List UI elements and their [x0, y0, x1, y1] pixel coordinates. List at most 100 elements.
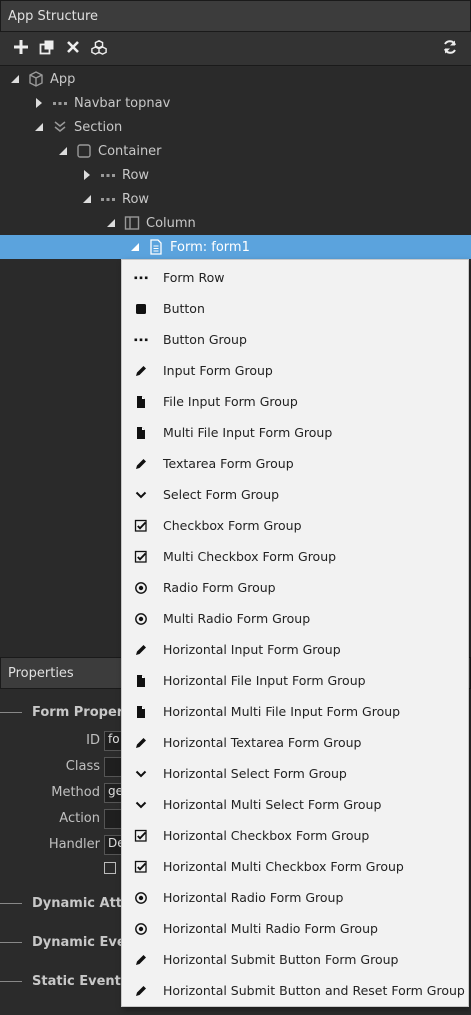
- menu-item[interactable]: Horizontal Submit Button Form Group: [122, 944, 468, 975]
- tree-node-label: Section: [74, 119, 123, 135]
- section-rule: [0, 941, 22, 943]
- app-structure-toolbar: [0, 32, 471, 66]
- form-properties-section[interactable]: Form Propert: [0, 701, 129, 723]
- menu-item[interactable]: Horizontal Multi Select Form Group: [122, 789, 468, 820]
- app-structure-title: App Structure: [8, 8, 99, 24]
- menu-item[interactable]: Button Group: [122, 324, 468, 355]
- form-option-checkbox[interactable]: [104, 862, 116, 874]
- tree-node-navbar[interactable]: Navbar topnav: [0, 91, 471, 115]
- menu-item[interactable]: Horizontal Checkbox Form Group: [122, 820, 468, 851]
- menu-item-label: Multi File Input Form Group: [163, 425, 333, 440]
- tree-node-label: App: [50, 71, 76, 87]
- delete-button[interactable]: [60, 36, 86, 62]
- menu-item[interactable]: Multi File Input Form Group: [122, 417, 468, 448]
- caret-down-icon[interactable]: [104, 216, 118, 230]
- refresh-button[interactable]: [437, 36, 463, 62]
- menu-item[interactable]: Form Row: [122, 262, 468, 293]
- menu-item-label: Horizontal Select Form Group: [163, 766, 347, 781]
- dynamic-attributes-section[interactable]: Dynamic Attr: [0, 892, 128, 914]
- menu-item[interactable]: Button: [122, 293, 468, 324]
- pencil-icon: [133, 363, 149, 379]
- menu-item[interactable]: Horizontal Select Form Group: [122, 758, 468, 789]
- menu-item-label: Select Form Group: [163, 487, 280, 502]
- pencil-icon: [133, 952, 149, 968]
- menu-item[interactable]: Textarea Form Group: [122, 448, 468, 479]
- menu-item[interactable]: Horizontal Multi Checkbox Form Group: [122, 851, 468, 882]
- caret-down-icon[interactable]: [128, 240, 142, 254]
- menu-item-label: Horizontal Multi Checkbox Form Group: [163, 859, 404, 874]
- refresh-icon: [442, 39, 458, 59]
- menu-item[interactable]: File Input Form Group: [122, 386, 468, 417]
- section-title: Form Propert: [32, 704, 130, 720]
- section-title: Static Events: [32, 973, 129, 989]
- section-rule: [0, 711, 22, 713]
- file-text-icon: [146, 239, 166, 255]
- ellipsis-icon: [98, 191, 118, 207]
- cube-icon: [26, 71, 46, 87]
- tree-node-column[interactable]: Column: [0, 211, 471, 235]
- components-button[interactable]: [86, 36, 112, 62]
- section-title: Dynamic Even: [32, 934, 135, 950]
- id-label: ID: [86, 733, 100, 748]
- properties-title: Properties: [8, 665, 74, 681]
- tree-node-app[interactable]: App: [0, 67, 471, 91]
- caret-down-icon[interactable]: [80, 192, 94, 206]
- radio-icon: [133, 921, 149, 937]
- checkbox-icon: [133, 859, 149, 875]
- menu-item-label: Multi Radio Form Group: [163, 611, 311, 626]
- tree-node-row[interactable]: Row: [0, 187, 471, 211]
- menu-item-label: Radio Form Group: [163, 580, 276, 595]
- menu-item-label: Horizontal File Input Form Group: [163, 673, 366, 688]
- tree-node-row[interactable]: Row: [0, 163, 471, 187]
- menu-item[interactable]: Horizontal Submit Button and Reset Form …: [122, 975, 468, 1006]
- caret-right-icon[interactable]: [80, 168, 94, 182]
- menu-item[interactable]: Horizontal Multi Radio Form Group: [122, 913, 468, 944]
- menu-item-label: Button Group: [163, 332, 247, 347]
- menu-item-label: Checkbox Form Group: [163, 518, 302, 533]
- tree-node-label: Container: [98, 143, 162, 159]
- menu-item-label: Horizontal Checkbox Form Group: [163, 828, 370, 843]
- chevron-down-icon: [133, 487, 149, 503]
- caret-down-icon[interactable]: [56, 144, 70, 158]
- tree-node-section[interactable]: Section: [0, 115, 471, 139]
- static-events-section[interactable]: Static Events: [0, 970, 129, 992]
- menu-item[interactable]: Multi Checkbox Form Group: [122, 541, 468, 572]
- caret-down-icon[interactable]: [32, 120, 46, 134]
- dynamic-events-section[interactable]: Dynamic Even: [0, 931, 135, 953]
- checkbox-icon: [133, 518, 149, 534]
- handler-label: Handler: [48, 837, 100, 852]
- tree-node-form[interactable]: Form: form1: [0, 235, 471, 259]
- chevron-down-icon: [133, 797, 149, 813]
- pencil-icon: [133, 642, 149, 658]
- menu-item[interactable]: Horizontal File Input Form Group: [122, 665, 468, 696]
- pencil-icon: [133, 735, 149, 751]
- class-label: Class: [65, 759, 100, 774]
- tree-node-label: Column: [146, 215, 196, 231]
- menu-item[interactable]: Select Form Group: [122, 479, 468, 510]
- menu-item[interactable]: Input Form Group: [122, 355, 468, 386]
- duplicate-button[interactable]: [34, 36, 60, 62]
- menu-item-label: Horizontal Radio Form Group: [163, 890, 344, 905]
- menu-item-label: File Input Form Group: [163, 394, 298, 409]
- menu-item[interactable]: Horizontal Radio Form Group: [122, 882, 468, 913]
- caret-down-icon[interactable]: [8, 72, 22, 86]
- tree-node-label: Row: [122, 167, 150, 183]
- add-button[interactable]: [8, 36, 34, 62]
- file-icon: [133, 704, 149, 720]
- pencil-icon: [133, 456, 149, 472]
- menu-item[interactable]: Multi Radio Form Group: [122, 603, 468, 634]
- chevron-down-icon: [133, 766, 149, 782]
- radio-icon: [133, 580, 149, 596]
- menu-item[interactable]: Horizontal Multi File Input Form Group: [122, 696, 468, 727]
- menu-item[interactable]: Checkbox Form Group: [122, 510, 468, 541]
- menu-item[interactable]: Horizontal Input Form Group: [122, 634, 468, 665]
- menu-item[interactable]: Radio Form Group: [122, 572, 468, 603]
- close-icon: [65, 39, 81, 59]
- caret-right-icon[interactable]: [32, 96, 46, 110]
- file-icon: [133, 394, 149, 410]
- menu-item[interactable]: Horizontal Textarea Form Group: [122, 727, 468, 758]
- ellipsis-icon: [133, 332, 149, 348]
- section-title: Dynamic Attr: [32, 895, 129, 911]
- tree-node-container[interactable]: Container: [0, 139, 471, 163]
- section-rule: [0, 902, 22, 904]
